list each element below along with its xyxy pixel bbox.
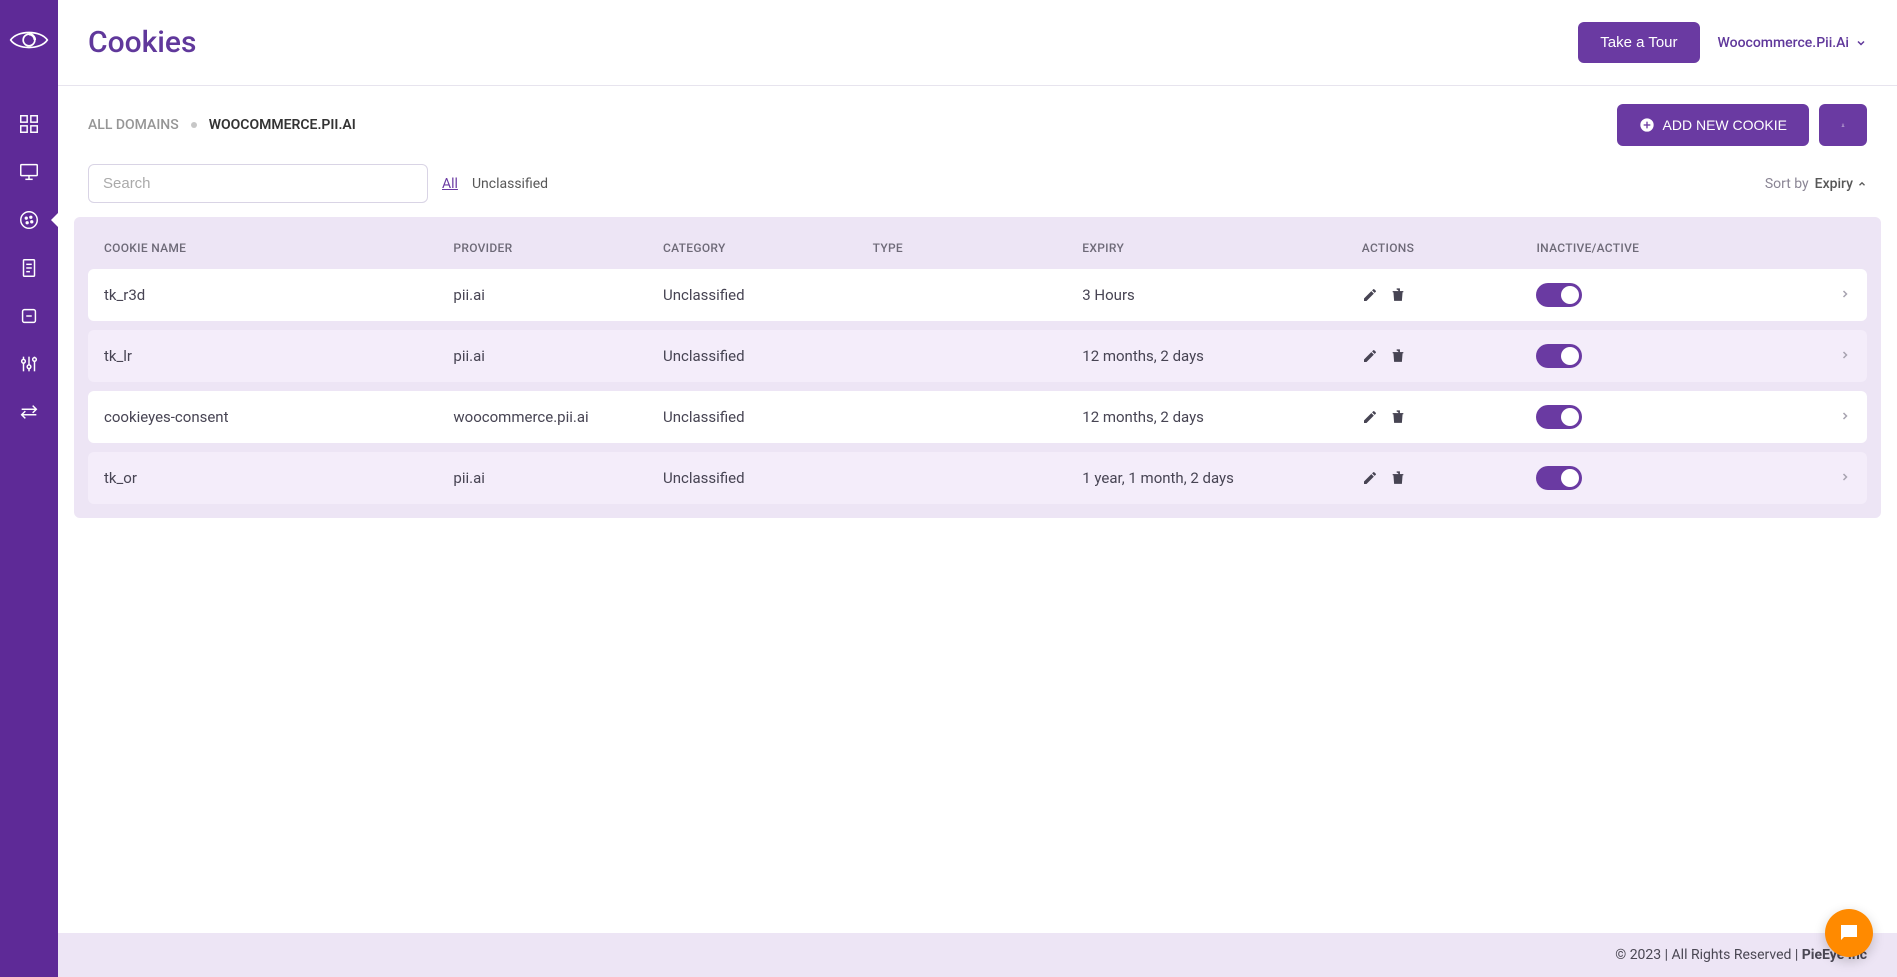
col-header-type: TYPE <box>873 241 1083 255</box>
sidebar-item-dashboard[interactable] <box>0 100 58 148</box>
filter-unclassified[interactable]: Unclassified <box>472 176 548 192</box>
active-toggle[interactable] <box>1536 344 1582 368</box>
expand-row-button[interactable] <box>1839 286 1851 304</box>
active-toggle[interactable] <box>1536 466 1582 490</box>
delete-icon[interactable] <box>1390 287 1406 303</box>
table-row: tk_r3d pii.ai Unclassified 3 Hours <box>88 269 1867 321</box>
cell-provider: pii.ai <box>453 347 663 365</box>
col-header-toggle: INACTIVE/ACTIVE <box>1536 241 1746 255</box>
chevron-up-icon <box>1857 179 1867 189</box>
page-title: Cookies <box>88 25 196 60</box>
add-cookie-button[interactable]: ADD NEW COOKIE <box>1617 104 1809 146</box>
edit-icon[interactable] <box>1362 409 1378 425</box>
table-row: tk_lr pii.ai Unclassified 12 months, 2 d… <box>88 330 1867 382</box>
sort-label: Sort by <box>1765 176 1809 192</box>
search-input[interactable] <box>88 164 428 203</box>
sidebar-item-monitor[interactable] <box>0 148 58 196</box>
edit-icon[interactable] <box>1362 287 1378 303</box>
cell-name: tk_or <box>104 469 453 487</box>
cookies-table: COOKIE NAME PROVIDER CATEGORY TYPE EXPIR… <box>74 217 1881 518</box>
domain-selector[interactable]: Woocommerce.Pii.Ai <box>1718 35 1867 51</box>
sliders-icon <box>18 353 40 375</box>
col-header-actions: ACTIONS <box>1362 241 1537 255</box>
filter-bar: All Unclassified Sort by Expiry <box>58 146 1897 217</box>
chevron-right-icon <box>1839 410 1851 422</box>
sidebar-item-cookies[interactable] <box>0 196 58 244</box>
header: Cookies Take a Tour Woocommerce.Pii.Ai <box>58 0 1897 86</box>
monitor-icon <box>18 161 40 183</box>
delete-icon[interactable] <box>1390 348 1406 364</box>
breadcrumb-current-domain: WOOCOMMERCE.PII.AI <box>209 117 356 133</box>
clipboard-icon <box>18 257 40 279</box>
note-icon <box>18 305 40 327</box>
col-header-expiry: EXPIRY <box>1082 241 1362 255</box>
delete-icon[interactable] <box>1390 409 1406 425</box>
chevron-right-icon <box>1839 288 1851 300</box>
toolbar: ALL DOMAINS WOOCOMMERCE.PII.AI ADD NEW C… <box>58 86 1897 146</box>
table-row: cookieyes-consent woocommerce.pii.ai Unc… <box>88 391 1867 443</box>
table-row: tk_or pii.ai Unclassified 1 year, 1 mont… <box>88 452 1867 504</box>
col-header-name: COOKIE NAME <box>104 241 453 255</box>
sidebar-item-notes[interactable] <box>0 292 58 340</box>
expand-row-button[interactable] <box>1839 347 1851 365</box>
add-cookie-label: ADD NEW COOKIE <box>1663 117 1787 133</box>
cell-category: Unclassified <box>663 347 873 365</box>
expand-row-button[interactable] <box>1839 469 1851 487</box>
sidebar-item-transfer[interactable] <box>0 388 58 436</box>
edit-icon[interactable] <box>1362 348 1378 364</box>
expand-row-button[interactable] <box>1839 408 1851 426</box>
footer: © 2023 | All Rights Reserved | PieEye In… <box>58 933 1897 977</box>
eye-logo-icon <box>9 26 49 54</box>
cell-expiry: 12 months, 2 days <box>1082 347 1362 365</box>
plus-circle-icon <box>1639 117 1655 133</box>
download-button[interactable] <box>1819 104 1867 146</box>
cell-category: Unclassified <box>663 286 873 304</box>
download-icon <box>1841 117 1845 133</box>
sidebar-item-reports[interactable] <box>0 244 58 292</box>
cell-expiry: 3 Hours <box>1082 286 1362 304</box>
cell-category: Unclassified <box>663 469 873 487</box>
table-header: COOKIE NAME PROVIDER CATEGORY TYPE EXPIR… <box>88 231 1867 269</box>
cell-provider: pii.ai <box>453 469 663 487</box>
cell-provider: woocommerce.pii.ai <box>453 408 663 426</box>
transfer-icon <box>18 401 40 423</box>
grid-icon <box>18 113 40 135</box>
breadcrumb-all-domains[interactable]: ALL DOMAINS <box>88 117 179 133</box>
cell-name: tk_r3d <box>104 286 453 304</box>
cookie-icon <box>18 209 40 231</box>
chevron-right-icon <box>1839 349 1851 361</box>
sort-value: Expiry <box>1815 176 1867 192</box>
breadcrumb-separator <box>191 122 197 128</box>
take-tour-button[interactable]: Take a Tour <box>1578 22 1699 63</box>
chat-launcher[interactable] <box>1825 909 1873 957</box>
col-header-provider: PROVIDER <box>453 241 663 255</box>
edit-icon[interactable] <box>1362 470 1378 486</box>
sidebar-item-settings[interactable] <box>0 340 58 388</box>
chevron-right-icon <box>1839 471 1851 483</box>
active-toggle[interactable] <box>1536 283 1582 307</box>
active-toggle[interactable] <box>1536 405 1582 429</box>
cell-expiry: 12 months, 2 days <box>1082 408 1362 426</box>
col-header-category: CATEGORY <box>663 241 873 255</box>
breadcrumb: ALL DOMAINS WOOCOMMERCE.PII.AI <box>88 117 356 133</box>
chat-icon <box>1837 921 1861 945</box>
cell-name: tk_lr <box>104 347 453 365</box>
app-logo <box>9 20 49 60</box>
domain-selector-label: Woocommerce.Pii.Ai <box>1718 35 1849 51</box>
cell-name: cookieyes-consent <box>104 408 453 426</box>
sort-control[interactable]: Sort by Expiry <box>1765 176 1867 192</box>
cell-provider: pii.ai <box>453 286 663 304</box>
cell-category: Unclassified <box>663 408 873 426</box>
sidebar <box>0 0 58 977</box>
cell-expiry: 1 year, 1 month, 2 days <box>1082 469 1362 487</box>
delete-icon[interactable] <box>1390 470 1406 486</box>
chevron-down-icon <box>1855 37 1867 49</box>
filter-all[interactable]: All <box>442 176 458 192</box>
footer-text: © 2023 | All Rights Reserved | <box>1615 947 1802 963</box>
